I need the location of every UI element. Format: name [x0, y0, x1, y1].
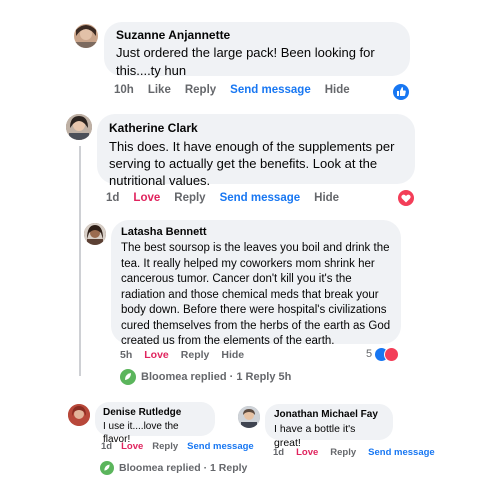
reply-button[interactable]: Reply	[174, 192, 205, 204]
comment-actions: 1d Love Reply Send message Hide	[106, 192, 353, 204]
timestamp[interactable]: 1d	[101, 441, 112, 452]
avatar[interactable]	[238, 406, 260, 428]
comment-author[interactable]: Denise Rutledge	[103, 407, 207, 418]
love-button[interactable]: Love	[133, 192, 160, 204]
reply-button[interactable]: Reply	[181, 349, 210, 361]
like-button[interactable]: Like	[148, 84, 171, 96]
avatar[interactable]	[84, 223, 106, 245]
timestamp[interactable]: 5h	[120, 349, 132, 361]
comment-text: The best soursop is the leaves you boil …	[121, 242, 391, 347]
comment-text: This does. It have enough of the supplem…	[109, 139, 395, 188]
love-button[interactable]: Love	[144, 349, 169, 361]
timestamp[interactable]: 1d	[106, 192, 119, 204]
comment-actions: 1d Love Reply Send message	[273, 447, 449, 458]
comment-actions: 1d Love Reply Send message	[101, 441, 268, 452]
love-reaction-icon[interactable]	[396, 188, 416, 208]
comment-bubble: Latasha Bennett The best soursop is the …	[111, 220, 401, 347]
comment-bubble: Denise Rutledge I use it....love the fla…	[95, 402, 215, 445]
send-message-button[interactable]: Send message	[230, 84, 311, 96]
reaction-summary[interactable]: 5	[366, 346, 400, 362]
reply-button[interactable]: Reply	[152, 441, 178, 452]
comment-actions: 5h Love Reply Hide	[120, 349, 258, 361]
replies-text: Bloomea replied · 1 Reply 5h	[141, 371, 292, 383]
bloomea-logo-icon	[100, 461, 114, 475]
send-message-button[interactable]: Send message	[368, 447, 435, 458]
like-reaction-icon[interactable]	[391, 82, 411, 102]
replies-text: Bloomea replied · 1 Reply	[119, 462, 248, 474]
comment-author[interactable]: Katherine Clark	[109, 121, 403, 135]
love-button[interactable]: Love	[121, 441, 143, 452]
reaction-count: 5	[366, 348, 373, 360]
comment-author[interactable]: Jonathan Michael Fay	[274, 409, 384, 420]
comment-actions: 10h Like Reply Send message Hide	[114, 84, 364, 96]
comment-text: I have a bottle it's great!	[274, 423, 356, 449]
reply-button[interactable]: Reply	[185, 84, 216, 96]
love-reaction-icon	[384, 346, 400, 362]
comment-author[interactable]: Latasha Bennett	[121, 226, 391, 238]
send-message-button[interactable]: Send message	[220, 192, 301, 204]
hide-button[interactable]: Hide	[325, 84, 350, 96]
comment-bubble: Suzanne Anjannette Just ordered the larg…	[104, 22, 410, 78]
view-replies-link[interactable]: Bloomea replied · 1 Reply 5h	[120, 369, 291, 385]
comment-bubble: Jonathan Michael Fay I have a bottle it'…	[265, 404, 393, 449]
avatar[interactable]	[74, 24, 98, 48]
send-message-button[interactable]: Send message	[187, 441, 254, 452]
comment-author[interactable]: Suzanne Anjannette	[116, 28, 398, 42]
view-replies-link[interactable]: Bloomea replied · 1 Reply	[100, 461, 247, 475]
hide-button[interactable]: Hide	[221, 349, 244, 361]
avatar[interactable]	[68, 404, 90, 426]
love-button[interactable]: Love	[296, 447, 318, 458]
bloomea-logo-icon	[120, 369, 136, 385]
timestamp[interactable]: 10h	[114, 84, 134, 96]
avatar[interactable]	[66, 114, 92, 140]
comment-bubble: Katherine Clark This does. It have enoug…	[97, 114, 415, 188]
hide-button[interactable]: Hide	[314, 192, 339, 204]
comment-text: Just ordered the large pack! Been lookin…	[116, 45, 375, 78]
timestamp[interactable]: 1d	[273, 447, 284, 458]
reply-button[interactable]: Reply	[330, 447, 356, 458]
thread-line	[79, 146, 81, 376]
